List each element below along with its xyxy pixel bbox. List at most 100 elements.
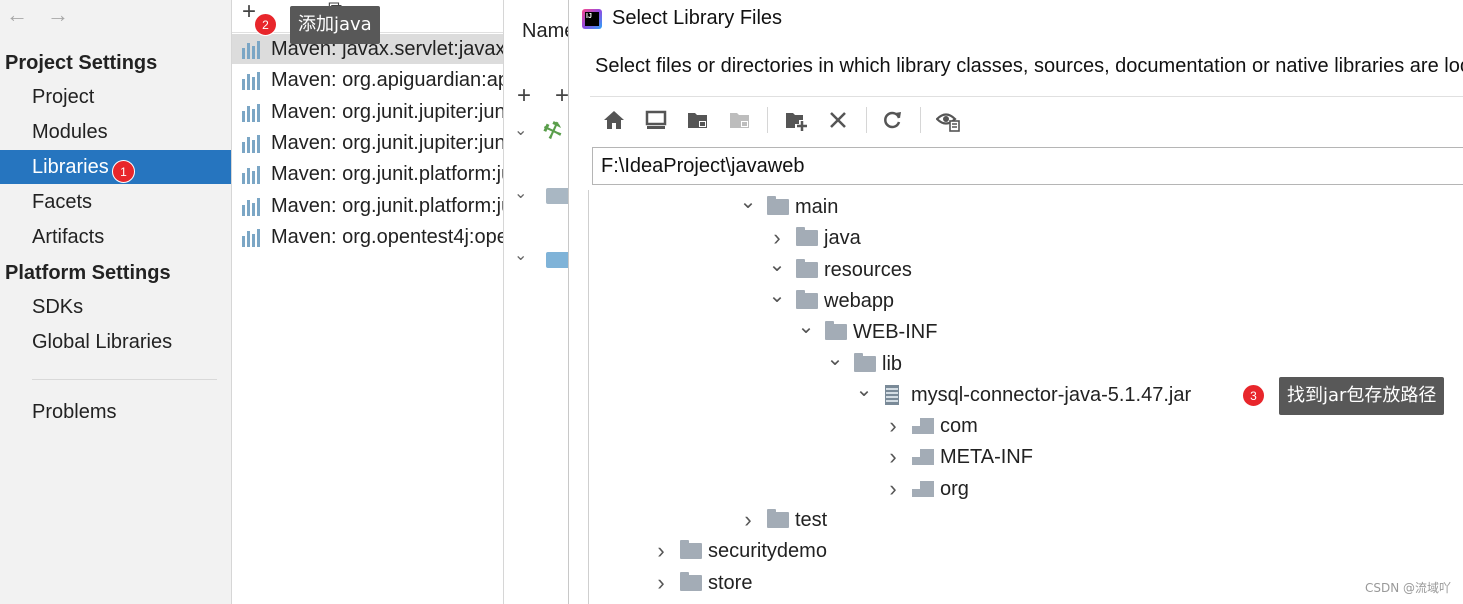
chevron-right-icon[interactable]: › [884,411,902,441]
tree-node-label: store [708,571,753,594]
annotation-badge-1: 1 [112,160,135,183]
dialog-titlebar: IJ Select Library Files [570,0,1463,40]
path-input[interactable]: F:\IdeaProject\javaweb [592,147,1463,185]
chevron-down-icon[interactable]: ⌄ [514,245,527,265]
chevron-down-icon[interactable]: ⌄ [514,120,527,140]
chevron-right-icon[interactable]: › [768,223,786,253]
tree-node-label: test [795,509,828,531]
library-list-panel: + − ⧉ Maven: javax.servlet:javax.servlet… [232,0,504,604]
folder-icon [796,227,818,247]
library-item[interactable]: Maven: org.junit.jupiter:junit-jupiter-e… [232,128,504,158]
chevron-right-icon[interactable]: › [652,568,670,598]
intellij-app-icon: IJ [582,9,602,29]
module-folder-icon[interactable] [728,108,752,132]
add-root-icon[interactable]: + [517,82,531,110]
sidebar-item-global-libraries[interactable]: Global Libraries [0,325,231,359]
forward-arrow-icon[interactable]: → [47,2,69,28]
tree-node-label: META-INF [940,446,1033,469]
refresh-icon[interactable] [880,108,904,132]
tree-node-label: java [824,227,861,250]
annotation-callout-2: 添加java [290,6,380,44]
app-icon-text: IJ [585,12,599,26]
toolbar-separator [767,107,768,133]
jar-file-icon [885,384,899,405]
package-icon [912,480,934,497]
back-arrow-icon[interactable]: ← [6,2,28,28]
show-hidden-icon[interactable] [936,108,960,132]
tree-node-label: main [795,196,839,218]
sidebar-item-problems[interactable]: Problems [0,395,231,429]
project-folder-icon[interactable] [686,108,710,132]
library-item[interactable]: Maven: org.apiguardian:apiguardian-api:1… [232,65,504,95]
annotation-callout-3: 找到jar包存放路径 [1279,377,1445,415]
section-project-settings: Project Settings [5,52,158,74]
chevron-down-icon[interactable]: ⌄ [826,349,844,379]
tree-node-label: org [940,477,969,500]
library-item[interactable]: Maven: org.junit.jupiter:junit-jupiter-a… [232,97,503,127]
folder-icon [854,352,876,372]
folder-icon [796,289,818,309]
delete-icon[interactable] [826,108,850,132]
maven-library-icon [242,72,264,91]
maven-library-icon [242,228,264,247]
package-icon [912,449,934,466]
new-folder-icon[interactable] [784,108,808,132]
tree-node-label: lib [882,352,903,375]
sidebar-item-facets[interactable]: Facets [0,185,231,219]
chevron-down-icon[interactable]: ⌄ [768,286,786,316]
chevron-down-icon[interactable]: ⌄ [855,380,873,410]
annotation-badge-2: 2 [254,13,277,36]
library-item[interactable]: Maven: org.opentest4j:opentest4j:1.2.0 [232,222,503,252]
file-chooser-toolbar [590,96,1463,142]
chevron-down-icon[interactable]: ⌄ [797,317,815,347]
folder-icon [796,258,818,278]
chevron-right-icon[interactable]: › [739,505,757,535]
tree-node-label: WEB-INF [853,321,938,344]
folder-icon [680,571,702,591]
chevron-down-icon[interactable]: ⌄ [514,183,527,203]
annotation-badge-3: 3 [1242,384,1265,407]
chevron-right-icon[interactable]: › [884,442,902,472]
sidebar-item-project[interactable]: Project [0,80,231,114]
maven-library-icon [242,41,264,59]
folder-icon [680,540,702,560]
sidebar-item-sdks[interactable]: SDKs [0,290,231,324]
maven-library-icon [242,103,264,122]
add-root-alt-icon[interactable]: + [555,82,568,110]
select-library-files-dialog: IJ Select Library Files Select files or … [570,0,1463,604]
chevron-down-icon[interactable]: ⌄ [768,255,786,285]
folder-icon [825,321,847,341]
folder-icon [767,509,789,528]
sidebar-item-artifacts[interactable]: Artifacts [0,220,231,254]
sidebar-divider [32,379,217,380]
tree-node-label: securitydemo [708,540,827,563]
library-label: Maven: org.junit.jupiter:junit-jupiter-e… [271,131,504,154]
name-column-header: Name [522,20,568,42]
maven-library-icon [242,197,264,216]
toolbar-separator [866,107,867,133]
chevron-right-icon[interactable]: › [652,536,670,566]
tree-node-label: mysql-connector-java-5.1.47.jar [911,383,1192,406]
sidebar-item-modules[interactable]: Modules [0,115,231,149]
library-label: Maven: org.opentest4j:opentest4j:1.2.0 [271,225,503,248]
folder-icon [546,188,568,204]
library-item[interactable]: Maven: org.junit.platform:junit-platform… [232,191,503,221]
maven-library-icon [242,166,264,185]
dialog-description: Select files or directories in which lib… [595,55,1463,77]
chevron-right-icon[interactable]: › [884,474,902,504]
library-detail-panel: Name + + ⌄ ⚒ ⌄ ⌄ [505,0,569,604]
folder-icon [767,196,789,215]
library-item[interactable]: Maven: org.junit.platform:junit-platform… [232,159,503,189]
toolbar-separator [920,107,921,133]
desktop-icon[interactable] [644,108,668,132]
library-label: Maven: org.apiguardian:apiguardian-api:1… [271,69,504,92]
settings-sidebar: ← → Project Settings Project Modules Lib… [0,0,232,604]
tree-node-label: resources [824,258,912,281]
section-platform-settings: Platform Settings [5,262,171,284]
package-icon [912,418,934,435]
library-label: Maven: org.junit.platform:junit-platform… [271,163,503,186]
home-icon[interactable] [602,108,626,132]
dialog-title: Select Library Files [612,7,783,29]
chevron-down-icon[interactable]: ⌄ [739,192,757,222]
tree-node-label: com [940,415,978,438]
